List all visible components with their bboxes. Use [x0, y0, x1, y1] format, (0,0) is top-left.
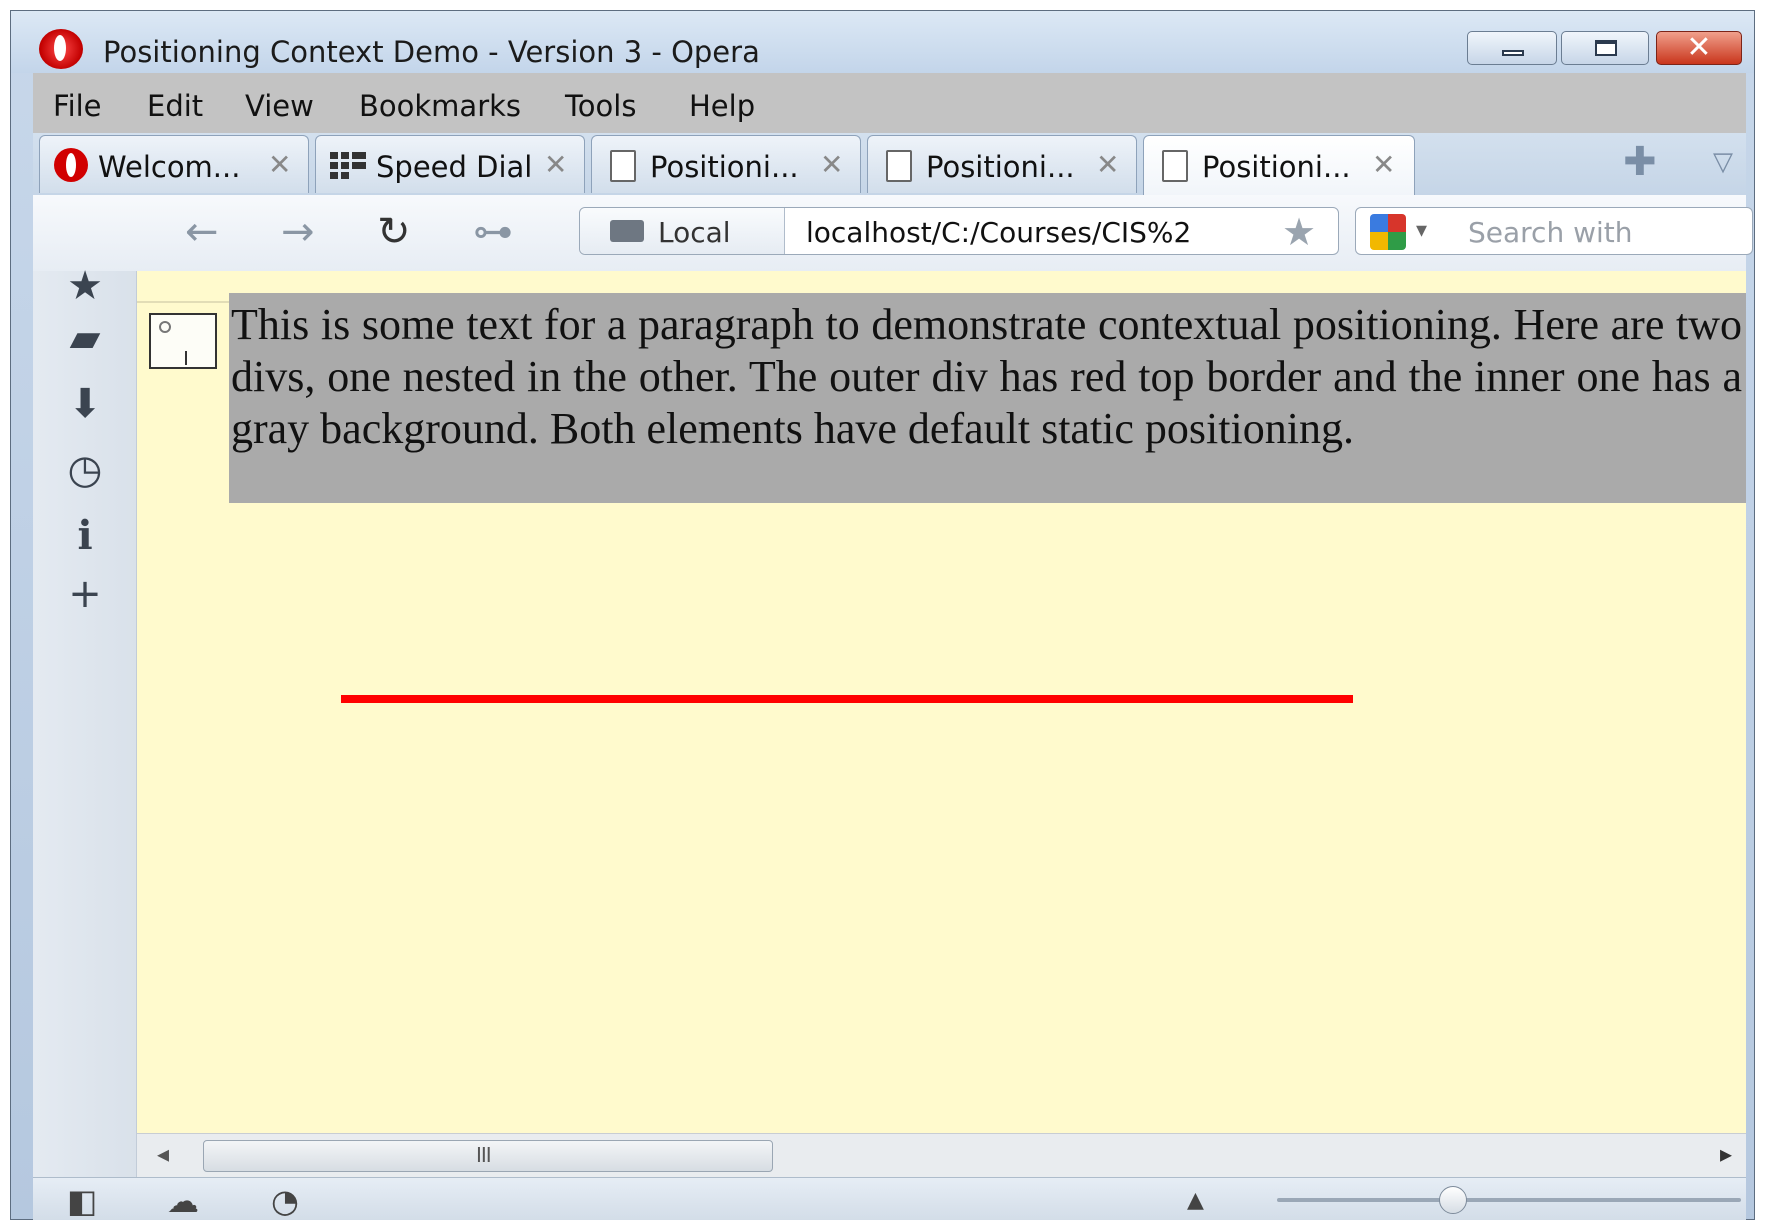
status-bar: ◧ ☁ ◔ ▲	[33, 1177, 1746, 1220]
tab-welcome[interactable]: Welcom... ✕	[39, 135, 309, 193]
tab-label: Positioni...	[926, 150, 1075, 184]
horizontal-scrollbar[interactable]: ◂ III ▸	[137, 1133, 1746, 1178]
notes-icon[interactable]: ▰	[33, 315, 137, 361]
tab-close-icon[interactable]: ✕	[1096, 148, 1119, 181]
menu-bookmarks[interactable]: Bookmarks	[359, 89, 521, 123]
navigation-bar: ← → ↻ ⊶ Local localhost/C:/Courses/CIS%2…	[33, 195, 1753, 272]
opera-unite-cloud-icon[interactable]: ☁	[167, 1182, 199, 1220]
close-icon: ✕	[1686, 30, 1712, 65]
tab-bar: Welcom... ✕ Speed Dial ✕ Positioni... ✕ …	[33, 133, 1746, 195]
tab-label: Positioni...	[650, 150, 799, 184]
page-icon	[886, 150, 912, 182]
reload-icon[interactable]: ↻	[377, 209, 411, 255]
history-clock-icon[interactable]: ◷	[33, 447, 137, 493]
tab-close-icon[interactable]: ✕	[268, 148, 291, 181]
bookmarks-star-icon[interactable]: ★	[33, 263, 137, 309]
maximize-button[interactable]	[1561, 31, 1649, 65]
local-badge[interactable]: Local	[580, 208, 785, 254]
tab-menu-icon[interactable]: ▽	[1713, 147, 1733, 177]
zoom-up-icon[interactable]: ▲	[1187, 1188, 1204, 1213]
panel-sidebar: ★ ▰ ⬇ ◷ ℹ +	[33, 263, 137, 1177]
menu-tools[interactable]: Tools	[565, 89, 636, 123]
tab-close-icon[interactable]: ✕	[544, 148, 567, 181]
zoom-slider-thumb[interactable]	[1439, 1186, 1468, 1214]
title-bar: Positioning Context Demo - Version 3 - O…	[11, 11, 1754, 73]
forward-arrow-icon[interactable]: →	[281, 209, 315, 255]
tab-speed-dial[interactable]: Speed Dial ✕	[315, 135, 585, 193]
tab-close-icon[interactable]: ✕	[820, 148, 843, 181]
search-field[interactable]: ▾ Search with	[1355, 207, 1753, 255]
outer-div-red-top-border	[341, 695, 1353, 703]
browser-window: Positioning Context Demo - Version 3 - O…	[10, 10, 1755, 1220]
back-arrow-icon[interactable]: ←	[185, 209, 219, 255]
tab-positioning-3[interactable]: Positioni... ✕	[1143, 135, 1415, 195]
opera-logo-icon[interactable]	[39, 29, 83, 69]
page-icon	[1162, 150, 1188, 182]
tab-close-icon[interactable]: ✕	[1372, 148, 1395, 181]
speed-dial-icon	[330, 152, 366, 180]
downloads-icon[interactable]: ⬇	[33, 381, 137, 427]
scroll-thumb[interactable]: III	[203, 1140, 773, 1172]
scroll-right-icon[interactable]: ▸	[1720, 1140, 1732, 1168]
url-field[interactable]: localhost/C:/Courses/CIS%2	[806, 216, 1276, 249]
search-placeholder[interactable]: Search with	[1468, 216, 1633, 249]
add-panel-icon[interactable]: +	[33, 571, 137, 617]
bookmark-star-icon[interactable]: ★	[1282, 210, 1316, 254]
close-window-button[interactable]: ✕	[1656, 30, 1742, 65]
tab-label: Welcom...	[98, 150, 241, 184]
inner-div-paragraph: This is some text for a paragraph to dem…	[229, 293, 1746, 503]
menu-bar: File Edit View Bookmarks Tools Help	[33, 73, 1746, 133]
minimize-button[interactable]	[1467, 31, 1557, 65]
broken-image-icon	[149, 313, 217, 369]
zoom-slider[interactable]	[1277, 1186, 1741, 1214]
search-engine-dropdown-icon[interactable]: ▾	[1416, 218, 1427, 243]
local-badge-label: Local	[658, 216, 731, 249]
computer-icon	[610, 220, 644, 242]
tab-positioning-1[interactable]: Positioni... ✕	[591, 135, 861, 193]
menu-help[interactable]: Help	[689, 89, 755, 123]
search-engine-icon[interactable]	[1370, 214, 1406, 250]
window-title: Positioning Context Demo - Version 3 - O…	[103, 35, 760, 69]
panel-toggle-icon[interactable]: ◧	[67, 1182, 97, 1220]
tab-positioning-2[interactable]: Positioni... ✕	[867, 135, 1137, 193]
menu-view[interactable]: View	[245, 89, 314, 123]
scroll-grip: III	[476, 1143, 492, 1167]
opera-icon	[54, 148, 88, 182]
menu-file[interactable]: File	[53, 89, 102, 123]
scroll-left-icon[interactable]: ◂	[157, 1140, 169, 1168]
page-icon	[610, 150, 636, 182]
page-viewport: This is some text for a paragraph to dem…	[137, 271, 1746, 1133]
address-bar[interactable]: Local localhost/C:/Courses/CIS%2 ★	[579, 207, 1339, 255]
menu-edit[interactable]: Edit	[147, 89, 203, 123]
tab-label: Positioni...	[1202, 150, 1351, 184]
opera-turbo-icon[interactable]: ◔	[271, 1182, 299, 1220]
new-tab-icon[interactable]: ✚	[1623, 139, 1657, 185]
key-icon[interactable]: ⊶	[473, 209, 513, 255]
info-icon[interactable]: ℹ	[33, 513, 137, 559]
tab-label: Speed Dial	[376, 150, 533, 184]
